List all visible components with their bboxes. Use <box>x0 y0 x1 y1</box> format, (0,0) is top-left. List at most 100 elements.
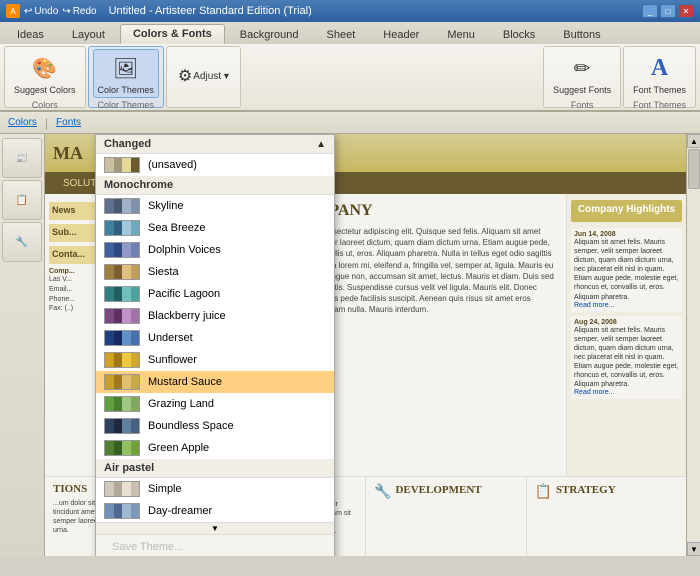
ribbon-tab-bar: Ideas Layout Colors & Fonts Background S… <box>0 22 700 44</box>
sub-ribbon: Colors | Fonts <box>0 112 700 134</box>
swatch-skyline <box>104 198 140 214</box>
undo-icon: ↩ <box>24 6 32 17</box>
ribbon-group-adjust: ⚙ Adjust ▾ <box>166 46 241 108</box>
site-right-sidebar: Company Highlights Jun 14, 2008 Aliquam … <box>566 194 686 476</box>
highlight-1: Jun 14, 2008 Aliquam sit amet felis. Mau… <box>571 228 682 312</box>
suggest-fonts-button[interactable]: ✏ Suggest Fonts <box>548 49 616 98</box>
ribbon-group-fonts: ✏ Suggest Fonts Fonts <box>543 46 621 108</box>
dropdown-item-sea-breeze[interactable]: Sea Breeze <box>96 217 334 239</box>
dropdown-item-unsaved[interactable]: (unsaved) <box>96 154 334 176</box>
delete-theme-button[interactable]: Delete Theme... <box>104 555 326 556</box>
bottom-development: 🔧 DEVELOPMENT <box>366 477 527 556</box>
site-logo: MA <box>53 143 83 164</box>
dropdown-item-skyline[interactable]: Skyline <box>96 195 334 217</box>
swatch-mustard <box>104 374 140 390</box>
dropdown-item-day-dreamer[interactable]: Day-dreamer <box>96 500 334 522</box>
scroll-up-button[interactable]: ▲ <box>687 134 700 148</box>
ribbon-content: 🎨 Suggest Colors Colors 🖼 Color Themes C… <box>0 44 700 112</box>
dropdown-item-dolphin[interactable]: Dolphin Voices <box>96 239 334 261</box>
dropdown-footer: Save Theme... Delete Theme... ... <box>96 534 334 556</box>
dropdown-item-green-apple[interactable]: Green Apple <box>96 437 334 459</box>
minimize-button[interactable]: _ <box>642 4 658 18</box>
bottom-strategy-title: STRATEGY <box>556 484 616 496</box>
swatch-sunflower <box>104 352 140 368</box>
dropdown-item-siesta[interactable]: Siesta <box>96 261 334 283</box>
highlight-1-readmore[interactable]: Read more... <box>574 302 679 309</box>
left-panel-btn-3[interactable]: 🔧 <box>2 222 42 262</box>
scrollbar-thumb[interactable] <box>688 149 700 189</box>
swatch-dolphin <box>104 242 140 258</box>
adjust-icon: ⚙ <box>178 66 192 86</box>
suggest-colors-icon: 🎨 <box>29 52 61 84</box>
bottom-dev-title: DEVELOPMENT <box>395 484 481 496</box>
app-icon: A <box>6 4 20 18</box>
tab-ideas[interactable]: Ideas <box>4 25 57 44</box>
dropdown-item-underset[interactable]: Underset <box>96 327 334 349</box>
swatch-pacific <box>104 286 140 302</box>
tab-layout[interactable]: Layout <box>59 25 118 44</box>
quick-access-redo[interactable]: ↪ Redo <box>62 6 96 17</box>
scroll-down-button[interactable]: ▼ <box>687 542 700 556</box>
highlight-2-text: Aliquam sit amet felis. Mauris semper, v… <box>574 326 679 390</box>
highlight-2-readmore[interactable]: Read more... <box>574 389 679 396</box>
left-panel-btn-1[interactable]: 📰 <box>2 138 42 178</box>
dropdown-scroll-down-button[interactable]: ▼ <box>96 522 334 534</box>
dropdown-item-grazing[interactable]: Grazing Land <box>96 393 334 415</box>
maximize-button[interactable]: □ <box>660 4 676 18</box>
tab-header[interactable]: Header <box>370 25 432 44</box>
main-area: 📰 📋 🔧 MA SOLUTIONS CONTACT News <box>0 134 700 556</box>
ribbon-group-colors: 🎨 Suggest Colors Colors <box>4 46 86 108</box>
colors-link[interactable]: Colors <box>8 117 37 128</box>
swatch-green-apple <box>104 440 140 456</box>
dropdown-item-pacific[interactable]: Pacific Lagoon <box>96 283 334 305</box>
app-title: Untitled - Artisteer Standard Edition (T… <box>109 5 312 17</box>
right-scrollbar: ▲ ▼ <box>686 134 700 556</box>
fonts-link[interactable]: Fonts <box>56 117 81 128</box>
font-themes-icon: A <box>644 52 676 84</box>
strategy-icon: 📋 <box>535 483 552 500</box>
highlights-title: Company Highlights <box>575 204 678 215</box>
highlight-2: Aug 24, 2008 Aliquam sit amet felis. Mau… <box>571 316 682 400</box>
swatch-underset <box>104 330 140 346</box>
tab-colors-fonts[interactable]: Colors & Fonts <box>120 24 225 44</box>
swatch-sea-breeze <box>104 220 140 236</box>
save-theme-button[interactable]: Save Theme... <box>104 539 326 555</box>
tab-blocks[interactable]: Blocks <box>490 25 548 44</box>
color-themes-dropdown: Changed ▲ (unsaved) Monochrome <box>95 134 335 556</box>
ribbon-group-font-themes: A Font Themes Font Themes <box>623 46 696 108</box>
scrollbar-track[interactable] <box>687 148 700 542</box>
dropdown-item-blackberry[interactable]: Blackberry juice <box>96 305 334 327</box>
dropdown-air-pastel-header: Air pastel <box>96 459 334 478</box>
dropdown-mono-header: Monochrome <box>96 176 334 195</box>
adjust-button[interactable]: ⚙ Adjust ▾ <box>171 62 236 90</box>
dropdown-item-mustard[interactable]: Mustard Sauce <box>96 371 334 393</box>
suggest-colors-button[interactable]: 🎨 Suggest Colors <box>9 49 81 98</box>
font-themes-button[interactable]: A Font Themes <box>628 49 691 98</box>
close-button[interactable]: ✕ <box>678 4 694 18</box>
tab-menu[interactable]: Menu <box>434 25 488 44</box>
redo-icon: ↪ <box>62 6 70 17</box>
dev-icon: 🔧 <box>374 483 391 500</box>
dropdown-item-sunflower[interactable]: Sunflower <box>96 349 334 371</box>
color-themes-button[interactable]: 🖼 Color Themes <box>93 49 159 98</box>
ribbon-group-color-themes: 🖼 Color Themes Color Themes <box>88 46 164 108</box>
swatch-grazing <box>104 396 140 412</box>
preview-area: MA SOLUTIONS CONTACT News Sub... <box>45 134 686 556</box>
left-panel: 📰 📋 🔧 <box>0 134 45 556</box>
swatch-siesta <box>104 264 140 280</box>
quick-access-undo[interactable]: ↩ Undo <box>24 6 58 17</box>
dropdown-item-boundless[interactable]: Boundless Space <box>96 415 334 437</box>
color-themes-icon: 🖼 <box>110 52 142 84</box>
dropdown-scroll-up-icon[interactable]: ▲ <box>316 139 326 150</box>
dropdown-item-simple[interactable]: Simple <box>96 478 334 500</box>
tab-background[interactable]: Background <box>227 25 312 44</box>
highlights-box: Company Highlights <box>571 200 682 222</box>
swatch-day-dreamer <box>104 503 140 519</box>
tab-buttons[interactable]: Buttons <box>550 25 613 44</box>
left-panel-btn-2[interactable]: 📋 <box>2 180 42 220</box>
swatch-boundless <box>104 418 140 434</box>
title-bar: A ↩ Undo ↪ Redo Untitled - Artisteer Sta… <box>0 0 700 22</box>
swatch-simple <box>104 481 140 497</box>
tab-sheet[interactable]: Sheet <box>314 25 369 44</box>
highlight-1-text: Aliquam sit amet felis. Mauris semper, v… <box>574 238 679 302</box>
